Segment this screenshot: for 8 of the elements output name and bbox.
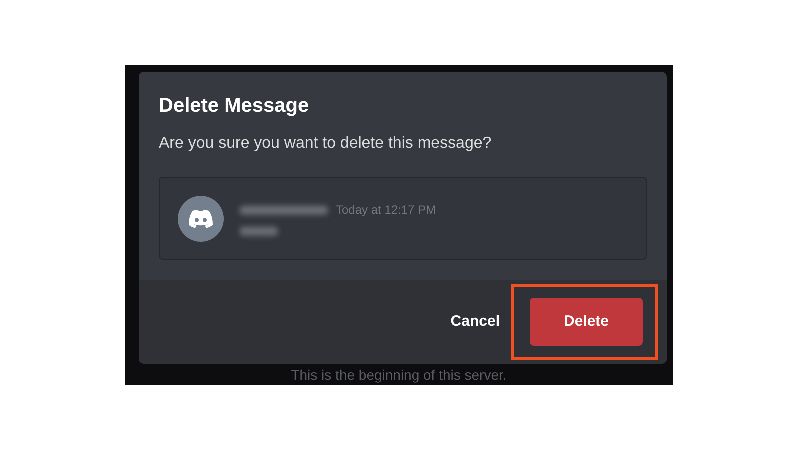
message-timestamp: Today at 12:17 PM: [336, 202, 436, 219]
delete-button[interactable]: Delete: [530, 298, 643, 346]
dialog-prompt: Are you sure you want to delete this message?: [159, 134, 493, 154]
controller-icon: [188, 208, 214, 228]
cancel-button[interactable]: Cancel: [450, 310, 500, 334]
blurred-message: [240, 227, 278, 236]
background-text: This is the beginning of this server.: [290, 366, 508, 384]
dialog-title: Delete Message: [159, 94, 310, 118]
